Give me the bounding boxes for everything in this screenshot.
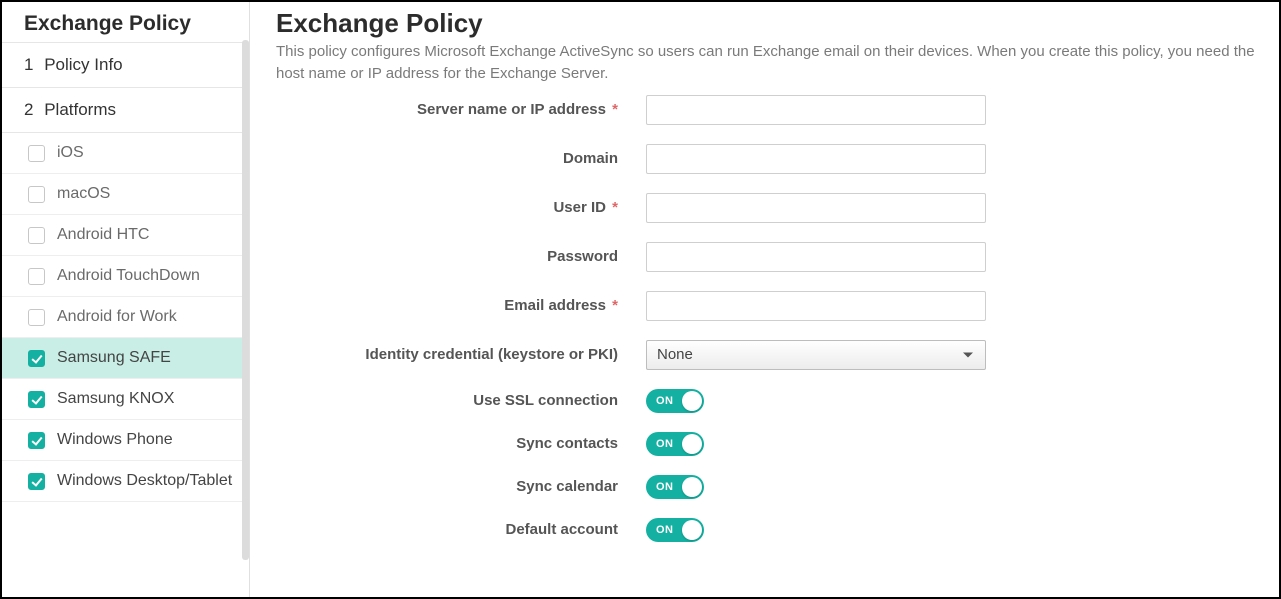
step-number: 1 bbox=[24, 55, 33, 74]
step-label: Policy Info bbox=[44, 55, 122, 74]
sidebar-title: Exchange Policy bbox=[2, 2, 249, 43]
platform-item-android-touchdown[interactable]: Android TouchDown bbox=[2, 256, 249, 297]
password-input[interactable] bbox=[646, 242, 986, 272]
exchange-form: Server name or IP address * Domain User … bbox=[276, 95, 1263, 542]
platform-item-samsung-safe[interactable]: Samsung SAFE bbox=[2, 338, 249, 379]
nav-step-platforms[interactable]: 2 Platforms bbox=[2, 88, 249, 133]
server-input[interactable] bbox=[646, 95, 986, 125]
toggle-state: ON bbox=[656, 438, 674, 450]
label-password: Password bbox=[276, 248, 646, 265]
platform-item-android-for-work[interactable]: Android for Work bbox=[2, 297, 249, 338]
toggle-state: ON bbox=[656, 524, 674, 536]
page-title: Exchange Policy bbox=[276, 8, 1263, 39]
label-sync-contacts: Sync contacts bbox=[276, 435, 646, 452]
platform-label: Android TouchDown bbox=[57, 266, 237, 286]
row-password: Password bbox=[276, 242, 1263, 272]
platform-label: macOS bbox=[57, 184, 237, 204]
platform-label: Windows Desktop/Tablet bbox=[57, 471, 237, 491]
platform-label: Windows Phone bbox=[57, 430, 237, 450]
label-ssl: Use SSL connection bbox=[276, 392, 646, 409]
platform-label: Android HTC bbox=[57, 225, 237, 245]
platform-item-windows-phone[interactable]: Windows Phone bbox=[2, 420, 249, 461]
toggle-knob-icon bbox=[682, 520, 702, 540]
row-ssl: Use SSL connection ON bbox=[276, 389, 1263, 413]
row-email: Email address * bbox=[276, 291, 1263, 321]
checkbox-icon[interactable] bbox=[28, 145, 45, 162]
checkbox-icon[interactable] bbox=[28, 309, 45, 326]
checkbox-icon[interactable] bbox=[28, 227, 45, 244]
scrollbar-thumb[interactable] bbox=[242, 40, 249, 560]
nav-step-policy-info[interactable]: 1 Policy Info bbox=[2, 43, 249, 88]
sync-calendar-toggle[interactable]: ON bbox=[646, 475, 704, 499]
toggle-state: ON bbox=[656, 395, 674, 407]
step-label: Platforms bbox=[44, 100, 116, 119]
row-domain: Domain bbox=[276, 144, 1263, 174]
label-userid: User ID * bbox=[276, 199, 646, 216]
sidebar-scrollbar[interactable] bbox=[242, 40, 249, 580]
sync-contacts-toggle[interactable]: ON bbox=[646, 432, 704, 456]
toggle-knob-icon bbox=[682, 477, 702, 497]
required-icon: * bbox=[608, 297, 618, 314]
ssl-toggle[interactable]: ON bbox=[646, 389, 704, 413]
label-identity: Identity credential (keystore or PKI) bbox=[276, 346, 646, 363]
platform-label: Android for Work bbox=[57, 307, 237, 327]
required-icon: * bbox=[608, 199, 618, 216]
checkbox-icon[interactable] bbox=[28, 432, 45, 449]
step-number: 2 bbox=[24, 100, 33, 119]
row-server: Server name or IP address * bbox=[276, 95, 1263, 125]
toggle-knob-icon bbox=[682, 434, 702, 454]
toggle-state: ON bbox=[656, 481, 674, 493]
sidebar: Exchange Policy 1 Policy Info 2 Platform… bbox=[2, 2, 250, 597]
label-default-account: Default account bbox=[276, 521, 646, 538]
checkbox-icon[interactable] bbox=[28, 268, 45, 285]
row-sync-contacts: Sync contacts ON bbox=[276, 432, 1263, 456]
platform-label: Samsung KNOX bbox=[57, 389, 237, 409]
platform-item-windows-desktop-tablet[interactable]: Windows Desktop/Tablet bbox=[2, 461, 249, 502]
page-description: This policy configures Microsoft Exchang… bbox=[276, 41, 1256, 85]
row-default-account: Default account ON bbox=[276, 518, 1263, 542]
row-sync-calendar: Sync calendar ON bbox=[276, 475, 1263, 499]
checkbox-icon[interactable] bbox=[28, 391, 45, 408]
checkbox-icon[interactable] bbox=[28, 473, 45, 490]
checkbox-icon[interactable] bbox=[28, 186, 45, 203]
select-value: None bbox=[657, 346, 693, 363]
identity-select[interactable]: None bbox=[646, 340, 986, 370]
platform-item-macos[interactable]: macOS bbox=[2, 174, 249, 215]
chevron-down-icon bbox=[963, 352, 973, 357]
domain-input[interactable] bbox=[646, 144, 986, 174]
label-domain: Domain bbox=[276, 150, 646, 167]
platform-item-android-htc[interactable]: Android HTC bbox=[2, 215, 249, 256]
platform-label: Samsung SAFE bbox=[57, 348, 237, 368]
userid-input[interactable] bbox=[646, 193, 986, 223]
platform-label: iOS bbox=[57, 143, 237, 163]
toggle-knob-icon bbox=[682, 391, 702, 411]
label-server: Server name or IP address * bbox=[276, 101, 646, 118]
default-account-toggle[interactable]: ON bbox=[646, 518, 704, 542]
label-sync-calendar: Sync calendar bbox=[276, 478, 646, 495]
label-email: Email address * bbox=[276, 297, 646, 314]
platform-item-samsung-knox[interactable]: Samsung KNOX bbox=[2, 379, 249, 420]
email-input[interactable] bbox=[646, 291, 986, 321]
platform-item-ios[interactable]: iOS bbox=[2, 133, 249, 174]
row-userid: User ID * bbox=[276, 193, 1263, 223]
main-content: Exchange Policy This policy configures M… bbox=[250, 2, 1279, 597]
required-icon: * bbox=[608, 101, 618, 118]
row-identity: Identity credential (keystore or PKI) No… bbox=[276, 340, 1263, 370]
checkbox-icon[interactable] bbox=[28, 350, 45, 367]
